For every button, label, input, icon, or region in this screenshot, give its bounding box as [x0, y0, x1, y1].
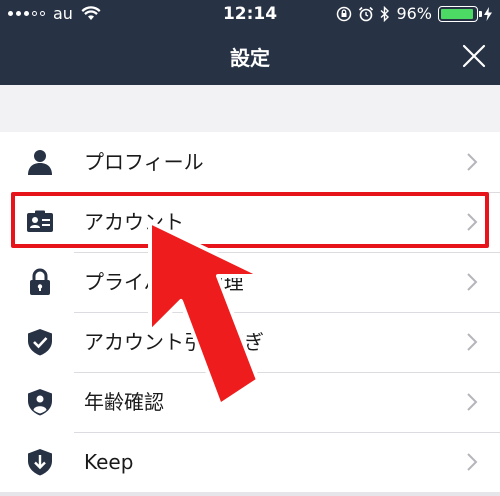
chevron-right-icon — [467, 153, 478, 171]
highlight-box — [11, 192, 489, 248]
page-title: 設定 — [230, 46, 270, 70]
bluetooth-icon — [380, 5, 390, 22]
lock-icon — [30, 268, 50, 295]
settings-item-keep[interactable]: Keep — [0, 432, 500, 492]
charging-icon — [484, 6, 492, 21]
battery-percent: 96% — [396, 4, 432, 23]
chevron-right-icon — [467, 453, 478, 471]
settings-item-label: プライバシー管理 — [84, 270, 244, 294]
section-spacer — [0, 85, 500, 133]
settings-item-account-transfer[interactable]: アカウント引き継ぎ — [0, 312, 500, 372]
close-icon[interactable] — [460, 42, 488, 70]
keep-download-icon — [28, 449, 52, 476]
settings-item-label: 年齢確認 — [84, 390, 164, 414]
app-header: au 12:14 96% 設定 — [0, 0, 500, 85]
settings-item-label: Keep — [84, 450, 134, 474]
chevron-right-icon — [467, 393, 478, 411]
lock-rotation-icon — [337, 6, 352, 21]
list-footer — [0, 492, 500, 496]
shield-person-icon — [28, 389, 52, 416]
chevron-right-icon — [467, 333, 478, 351]
settings-item-label: プロフィール — [84, 150, 204, 174]
settings-item-label: アカウント引き継ぎ — [84, 330, 264, 354]
settings-list: プロフィール アカウント プライバシー管理 アカウント引き継ぎ 年齢確認 Kee… — [0, 132, 500, 492]
settings-item-age-verification[interactable]: 年齢確認 — [0, 372, 500, 432]
alarm-icon — [359, 6, 374, 21]
chevron-right-icon — [467, 273, 478, 291]
status-bar: au 12:14 96% — [0, 0, 500, 30]
settings-item-privacy[interactable]: プライバシー管理 — [0, 252, 500, 312]
battery-icon — [438, 5, 482, 22]
person-icon — [28, 150, 52, 175]
shield-check-icon — [28, 329, 52, 356]
settings-item-profile[interactable]: プロフィール — [0, 132, 500, 192]
